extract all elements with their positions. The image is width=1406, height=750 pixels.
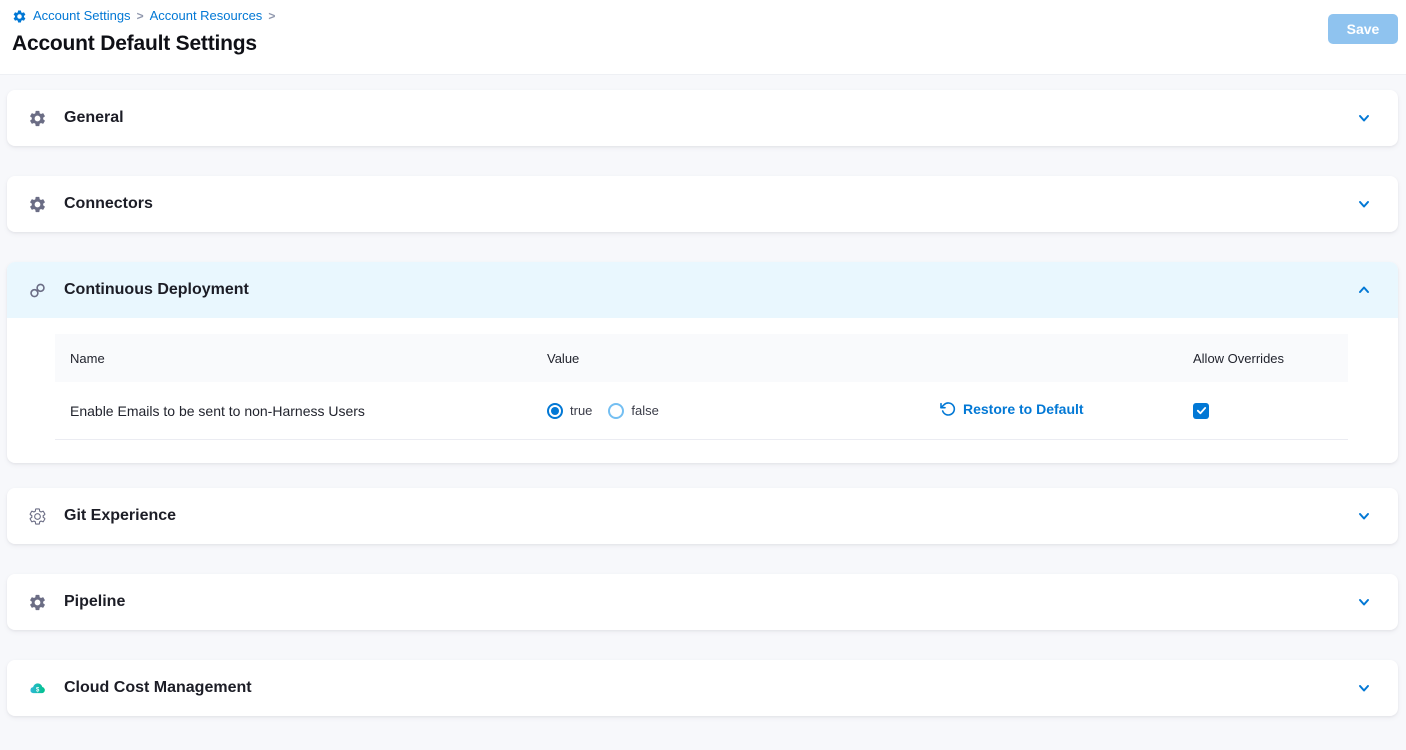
section-label: Connectors <box>64 195 153 213</box>
linked-rings-icon <box>28 281 47 300</box>
gear-icon <box>28 109 47 128</box>
chevron-down-icon[interactable] <box>1356 508 1372 524</box>
section-card-connectors: Connectors <box>7 176 1398 232</box>
radio-label: false <box>631 403 658 418</box>
settings-accordion-list: General Connectors Continuous Deploy <box>0 75 1406 716</box>
save-button[interactable]: Save <box>1328 14 1398 44</box>
section-header-continuous-deployment[interactable]: Continuous Deployment <box>7 262 1398 318</box>
section-header-cloud-cost-management[interactable]: $ Cloud Cost Management <box>7 660 1398 716</box>
column-header-value: Value <box>545 351 940 366</box>
section-card-continuous-deployment: Continuous Deployment Name Value Allow O… <box>7 262 1398 463</box>
column-header-allow-overrides: Allow Overrides <box>1190 351 1348 366</box>
section-label: Pipeline <box>64 593 125 611</box>
radio-unselected-icon[interactable] <box>608 403 624 419</box>
restore-to-default-link[interactable]: Restore to Default <box>940 401 1084 417</box>
section-label: Git Experience <box>64 507 176 525</box>
breadcrumb-separator: > <box>137 7 144 25</box>
section-header-connectors[interactable]: Connectors <box>7 176 1398 232</box>
allow-overrides-checkbox-checked[interactable] <box>1193 403 1209 419</box>
restore-undo-icon <box>940 401 956 417</box>
setting-value-radio-group: true false <box>545 403 940 419</box>
breadcrumb-separator: > <box>268 7 275 25</box>
radio-option-false[interactable]: false <box>608 403 658 419</box>
restore-link-label: Restore to Default <box>963 401 1084 417</box>
chevron-down-icon[interactable] <box>1356 594 1372 610</box>
section-label: Continuous Deployment <box>64 281 249 299</box>
gear-icon <box>28 593 47 612</box>
radio-label: true <box>570 403 592 418</box>
radio-selected-icon[interactable] <box>547 403 563 419</box>
section-label: General <box>64 109 124 127</box>
breadcrumb-link-account-resources[interactable]: Account Resources <box>150 7 263 25</box>
column-header-name: Name <box>55 351 545 366</box>
chevron-down-icon[interactable] <box>1356 680 1372 696</box>
section-header-general[interactable]: General <box>7 90 1398 146</box>
breadcrumb-link-account-settings[interactable]: Account Settings <box>33 7 131 25</box>
section-card-git-experience: Git Experience <box>7 488 1398 544</box>
section-header-git-experience[interactable]: Git Experience <box>7 488 1398 544</box>
settings-table: Name Value Allow Overrides Enable Emails… <box>7 318 1398 463</box>
gear-outline-icon <box>28 507 47 526</box>
section-card-cloud-cost-management: $ Cloud Cost Management <box>7 660 1398 716</box>
setting-name: Enable Emails to be sent to non-Harness … <box>55 403 545 419</box>
section-card-general: General <box>7 90 1398 146</box>
table-row: Enable Emails to be sent to non-Harness … <box>55 382 1348 440</box>
section-header-pipeline[interactable]: Pipeline <box>7 574 1398 630</box>
cloud-dollar-icon: $ <box>28 679 47 698</box>
chevron-down-icon[interactable] <box>1356 110 1372 126</box>
radio-option-true[interactable]: true <box>547 403 592 419</box>
page-header: Account Settings > Account Resources > A… <box>0 0 1406 75</box>
section-card-pipeline: Pipeline <box>7 574 1398 630</box>
gear-icon <box>28 195 47 214</box>
chevron-up-icon[interactable] <box>1356 282 1372 298</box>
settings-table-header-row: Name Value Allow Overrides <box>55 334 1348 382</box>
section-label: Cloud Cost Management <box>64 679 252 697</box>
page-title: Account Default Settings <box>12 32 1382 56</box>
breadcrumb: Account Settings > Account Resources > <box>12 7 1382 25</box>
account-settings-gear-icon <box>12 9 27 24</box>
chevron-down-icon[interactable] <box>1356 196 1372 212</box>
